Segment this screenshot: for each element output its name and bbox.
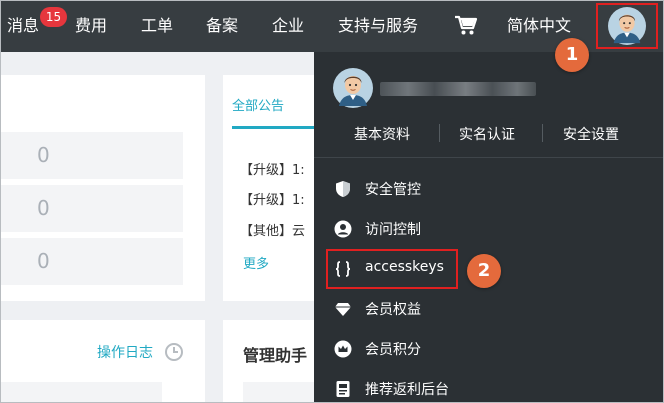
more-announcements-link[interactable]: 更多 — [243, 253, 269, 272]
diamond-icon — [335, 303, 351, 316]
accesskeys-highlight — [326, 249, 458, 289]
menu-item-security-control[interactable]: 安全管控 — [314, 169, 664, 209]
tab-all-announcements[interactable]: 全部公告 — [232, 95, 284, 114]
crown-icon — [334, 340, 352, 358]
avatar — [608, 7, 646, 45]
nav-enterprise[interactable]: 企业 — [272, 0, 304, 52]
nav-support[interactable]: 支持与服务 — [338, 0, 418, 52]
clock-icon — [165, 343, 183, 361]
activity-table-header — [0, 382, 162, 403]
step-callout-2: 2 — [467, 254, 501, 288]
stat-value-2: 0 — [0, 185, 183, 232]
tab-active-underline — [232, 126, 322, 129]
oplog-link[interactable]: 操作日志 — [97, 342, 153, 362]
nav-filing[interactable]: 备案 — [206, 0, 238, 52]
manager-title: 管理助手 — [243, 346, 308, 365]
announcement-item[interactable]: 【其他】云 — [240, 220, 305, 239]
menu-item-member-benefits[interactable]: 会员权益 — [314, 289, 664, 329]
tab-basic-info[interactable]: 基本资料 — [354, 124, 410, 144]
menu-item-label: 会员权益 — [365, 302, 421, 318]
nav-tickets[interactable]: 工单 — [141, 0, 173, 52]
stat-value-3: 0 — [0, 238, 183, 285]
avatar — [333, 68, 373, 108]
menu-item-label: 会员积分 — [365, 342, 421, 358]
user-dropdown-menu: 基本资料 实名认证 安全设置 安全管控 访问控制 accesskeys 会员权益 — [314, 52, 664, 403]
user-circle-icon — [334, 220, 352, 238]
announcement-item[interactable]: 【升级】1: — [240, 159, 305, 178]
nav-billing[interactable]: 费用 — [75, 0, 107, 52]
overview-card: 0 0 0 — [0, 75, 205, 301]
account-name-blurred — [380, 82, 536, 96]
menu-item-label: 访问控制 — [365, 222, 421, 238]
step-callout-1: 1 — [555, 38, 589, 72]
tab-security-settings[interactable]: 安全设置 — [563, 124, 619, 144]
shield-icon — [336, 181, 350, 197]
tab-separator — [439, 124, 440, 142]
announcement-item[interactable]: 【升级】1: — [240, 189, 305, 208]
tab-real-name-auth[interactable]: 实名认证 — [459, 124, 515, 144]
cart-icon[interactable] — [454, 14, 478, 36]
user-avatar-button[interactable] — [596, 3, 658, 49]
stat-value-1: 0 — [0, 132, 183, 179]
menu-item-label: 推荐返利后台 — [365, 382, 449, 398]
nav-messages-label: 消息 — [7, 16, 40, 35]
menu-item-referral-rebate[interactable]: 推荐返利后台 — [314, 369, 664, 403]
nav-messages[interactable]: 消息 — [7, 0, 39, 52]
messages-count-badge: 15 — [40, 7, 67, 27]
dropdown-divider — [314, 157, 664, 158]
menu-item-access-control[interactable]: 访问控制 — [314, 209, 664, 249]
document-icon — [336, 381, 350, 397]
tab-separator — [542, 124, 543, 142]
menu-item-label: 安全管控 — [365, 182, 421, 198]
menu-item-member-points[interactable]: 会员积分 — [314, 329, 664, 369]
